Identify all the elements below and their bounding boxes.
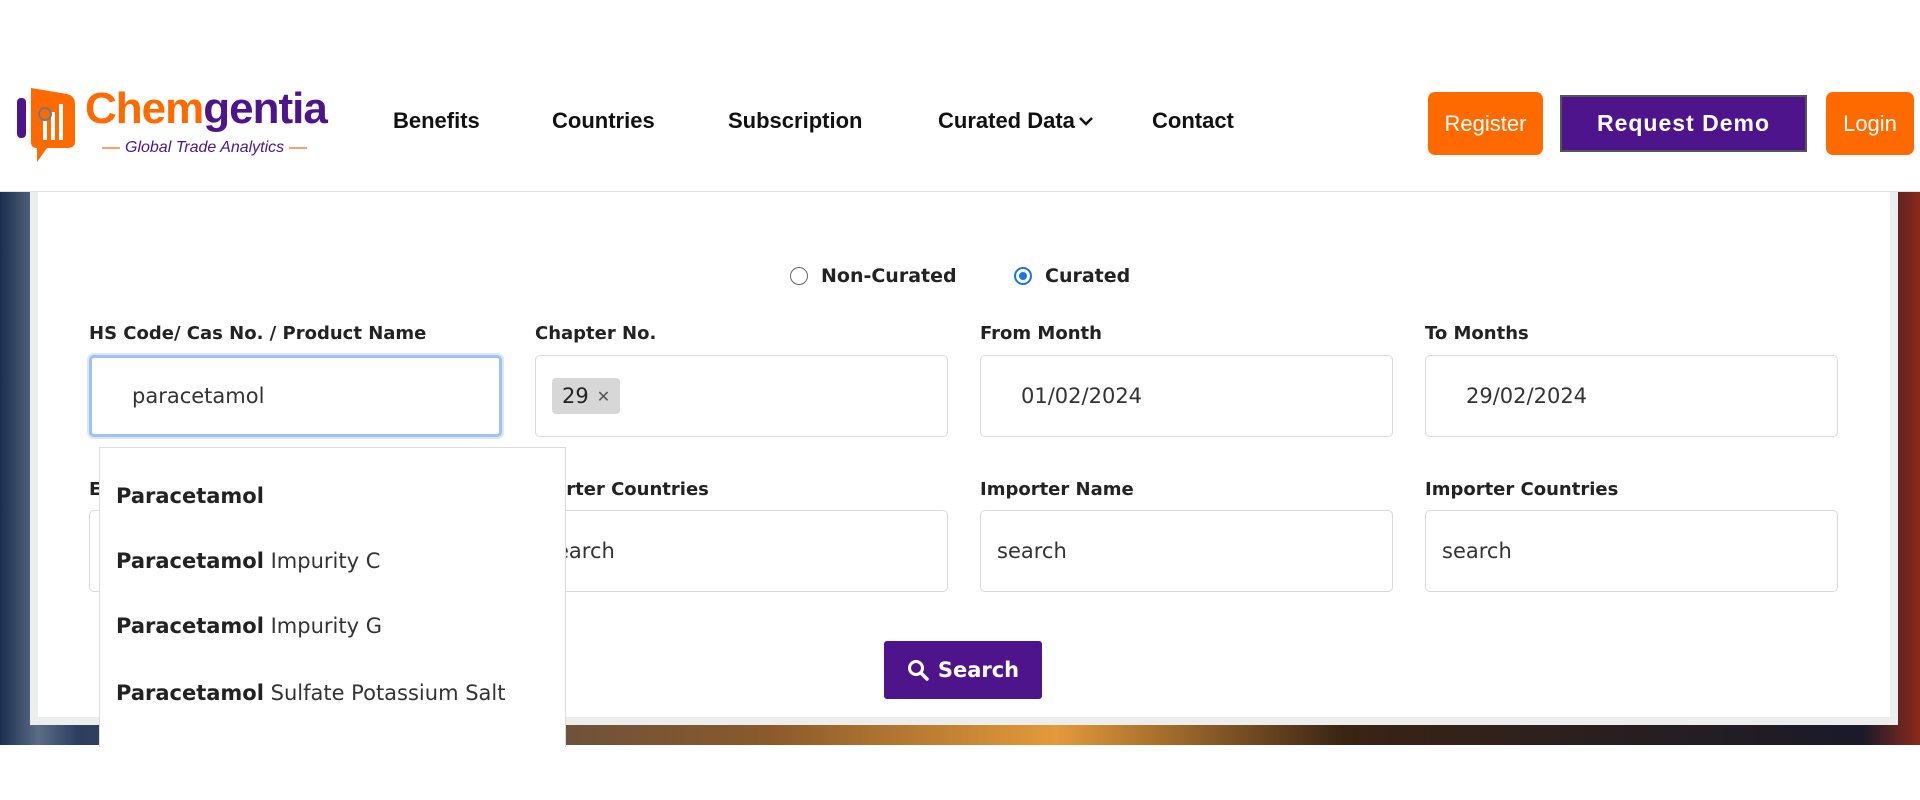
nav-countries[interactable]: Countries — [552, 108, 655, 134]
nav-contact[interactable]: Contact — [1152, 108, 1234, 134]
importer-name-input[interactable]: search — [980, 510, 1393, 592]
radio-curated[interactable]: Curated — [1014, 265, 1130, 287]
nav-benefits[interactable]: Benefits — [393, 108, 480, 134]
importer-countries-label: Importer Countries — [1425, 479, 1619, 500]
suggestion-item[interactable]: Paracetamol — [116, 484, 264, 508]
autocomplete-dropdown: Paracetamol Paracetamol Impurity C Parac… — [99, 447, 566, 747]
remove-tag-icon[interactable]: ✕ — [597, 387, 610, 406]
search-button-label: Search — [937, 658, 1020, 682]
chapter-no-label: Chapter No. — [535, 323, 657, 344]
radio-label: Non-Curated — [821, 265, 957, 287]
nav-curated-data-label: Curated Data — [938, 108, 1075, 133]
logo-mark-icon — [17, 88, 75, 162]
radio-label: Curated — [1045, 265, 1131, 287]
importer-name-label: Importer Name — [980, 479, 1134, 500]
nav-curated-data[interactable]: Curated Data — [938, 108, 1094, 134]
from-month-input[interactable]: 01/02/2024 — [980, 355, 1393, 437]
to-months-label: To Months — [1425, 323, 1529, 344]
radio-non-curated[interactable]: Non-Curated — [790, 265, 957, 287]
importer-countries-input[interactable]: search — [1425, 510, 1838, 592]
brand-tagline: Global Trade Analytics — [97, 139, 312, 157]
login-button[interactable]: Login — [1826, 92, 1914, 155]
chapter-tag: 29 ✕ — [552, 378, 621, 414]
register-button[interactable]: Register — [1428, 92, 1543, 155]
exporter-countries-input[interactable]: earch — [535, 510, 948, 592]
chevron-down-icon — [1079, 117, 1093, 126]
hs-code-label: HS Code/ Cas No. / Product Name — [89, 323, 427, 344]
suggestion-item[interactable]: Paracetamol Impurity G — [116, 614, 382, 638]
radio-circle[interactable] — [790, 267, 808, 285]
from-month-label: From Month — [980, 323, 1102, 344]
chapter-no-select[interactable]: 29 ✕ — [535, 355, 948, 437]
search-button[interactable]: Search — [884, 641, 1042, 699]
search-icon — [907, 660, 929, 681]
suggestion-item[interactable]: Paracetamol Impurity C — [116, 549, 380, 573]
site-header: Chemgentia Global Trade Analytics Benefi… — [0, 0, 1920, 192]
brand-name: Chemgentia — [85, 84, 328, 133]
to-months-input[interactable]: 29/02/2024 — [1425, 355, 1838, 437]
nav-subscription[interactable]: Subscription — [728, 108, 862, 134]
suggestion-item[interactable]: Paracetamol Sulfate Potassium Salt — [116, 681, 505, 705]
request-demo-button[interactable]: Request Demo — [1560, 95, 1807, 152]
hs-code-input[interactable]: paracetamol — [89, 355, 502, 437]
chemgentia-logo[interactable]: Chemgentia Global Trade Analytics — [17, 84, 337, 164]
exporter-countries-label: porter Countries — [541, 479, 709, 500]
radio-circle-checked[interactable] — [1014, 267, 1032, 285]
